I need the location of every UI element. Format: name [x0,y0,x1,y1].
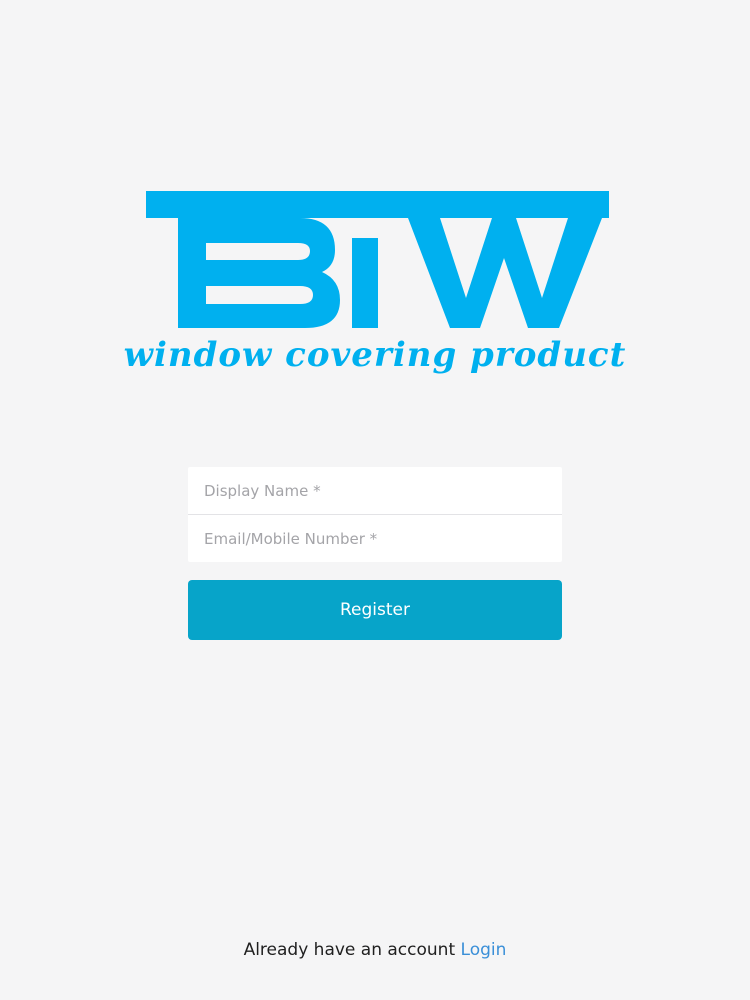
email-mobile-input[interactable] [188,515,562,562]
display-name-input[interactable] [188,467,562,514]
biw-logo: window covering product [0,0,750,420]
login-prompt: Already have an account Login [0,940,750,960]
login-link[interactable]: Login [461,940,507,960]
biw-logo-graphic: window covering product [124,191,627,375]
register-screen: window covering product Register Already… [0,0,750,1000]
biw-logo-letters [146,191,609,328]
logo-tagline: window covering product [124,335,627,375]
registration-form [188,467,562,562]
login-prompt-text: Already have an account [243,940,456,960]
register-button[interactable]: Register [188,580,562,640]
